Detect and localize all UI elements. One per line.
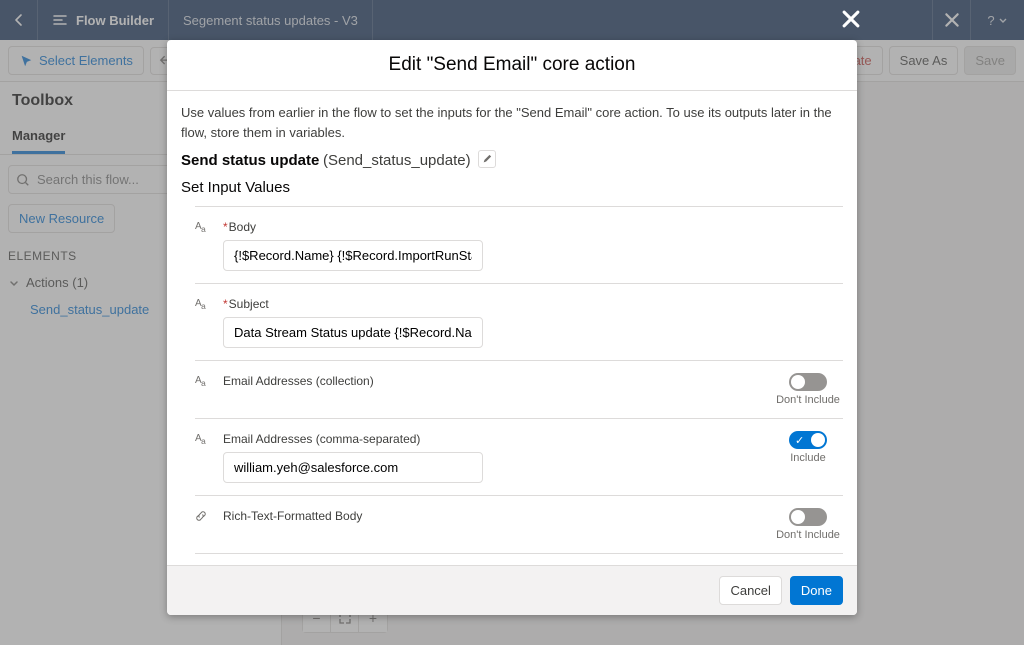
field-emails-csv: Aa Email Addresses (comma-separated) ✓ I… — [195, 418, 843, 495]
emails-csv-input[interactable] — [223, 452, 483, 483]
done-button[interactable]: Done — [790, 576, 843, 605]
rich-body-label: Rich-Text-Formatted Body — [223, 509, 362, 523]
field-subject: Aa *Subject — [195, 283, 843, 360]
text-type-icon: Aa — [195, 433, 209, 446]
text-type-icon: Aa — [195, 375, 209, 388]
modal-description: Use values from earlier in the flow to s… — [181, 103, 843, 142]
modal-title: Edit "Send Email" core action — [167, 40, 857, 91]
emails-collection-label: Email Addresses (collection) — [223, 374, 374, 388]
modal: Edit "Send Email" core action Use values… — [167, 40, 857, 615]
section-header: Set Input Values — [181, 179, 843, 196]
element-name-line: Send status update (Send_status_update) — [181, 150, 843, 169]
field-sender: Aa Sender Address Don't Include — [195, 553, 843, 565]
element-api-name: (Send_status_update) — [323, 152, 471, 169]
text-type-icon: Aa — [195, 298, 209, 311]
close-icon — [840, 8, 862, 30]
modal-footer: Cancel Done — [167, 565, 857, 615]
modal-body: Use values from earlier in the flow to s… — [167, 91, 857, 565]
modal-overlay: Edit "Send Email" core action Use values… — [0, 0, 1024, 645]
emails-collection-toggle[interactable] — [789, 373, 827, 391]
rich-body-toggle-label: Don't Include — [776, 529, 840, 541]
body-input[interactable] — [223, 240, 483, 271]
link-type-icon — [195, 510, 209, 522]
pencil-icon — [482, 154, 492, 164]
emails-csv-toggle[interactable]: ✓ — [789, 431, 827, 449]
modal-close-button[interactable] — [840, 8, 862, 30]
field-emails-collection: Aa Email Addresses (collection) Don't In… — [195, 360, 843, 418]
field-body: Aa *Body — [195, 206, 843, 283]
emails-collection-toggle-label: Don't Include — [776, 394, 840, 406]
body-label: *Body — [223, 220, 256, 234]
subject-input[interactable] — [223, 317, 483, 348]
edit-name-button[interactable] — [478, 150, 496, 168]
subject-label: *Subject — [223, 297, 269, 311]
field-rich-body: Rich-Text-Formatted Body Don't Include — [195, 495, 843, 553]
emails-csv-label: Email Addresses (comma-separated) — [223, 432, 420, 446]
cancel-button[interactable]: Cancel — [719, 576, 781, 605]
text-type-icon: Aa — [195, 221, 209, 234]
emails-csv-toggle-label: Include — [790, 452, 825, 464]
rich-body-toggle[interactable] — [789, 508, 827, 526]
element-name: Send status update — [181, 152, 319, 169]
